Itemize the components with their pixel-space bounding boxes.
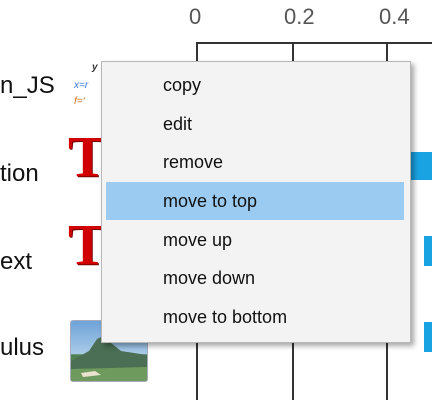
row-label: ulus [0, 334, 45, 361]
formula-line: f=‘ [74, 96, 85, 107]
data-bar[interactable] [408, 152, 432, 180]
row-label: tion [0, 160, 39, 187]
row-label: ext [0, 248, 33, 275]
menu-item-remove[interactable]: remove [106, 143, 404, 181]
menu-item-move-up[interactable]: move up [106, 221, 404, 259]
axis-tick-0.2: 0.2 [284, 4, 315, 29]
row-label: n_JS [0, 72, 55, 99]
formula-icon[interactable]: y x=r f=‘ [72, 62, 102, 108]
menu-item-copy[interactable]: copy [106, 66, 404, 104]
text-t-icon[interactable]: T [68, 216, 107, 274]
data-bar[interactable] [424, 236, 432, 266]
menu-item-edit[interactable]: edit [106, 105, 404, 143]
formula-line: x=r [74, 80, 89, 91]
menu-item-move-to-bottom[interactable]: move to bottom [106, 298, 404, 336]
data-bar[interactable] [424, 322, 432, 352]
menu-item-move-down[interactable]: move down [106, 259, 404, 297]
formula-header: y [92, 62, 98, 73]
text-t-icon[interactable]: T [68, 128, 107, 186]
axis-tick-0.4: 0.4 [379, 4, 410, 29]
context-menu: copy edit remove move to top move up mov… [101, 61, 411, 343]
axis-tick-0: 0 [189, 4, 202, 29]
menu-item-move-to-top[interactable]: move to top [106, 182, 404, 220]
axis-line [196, 42, 432, 44]
